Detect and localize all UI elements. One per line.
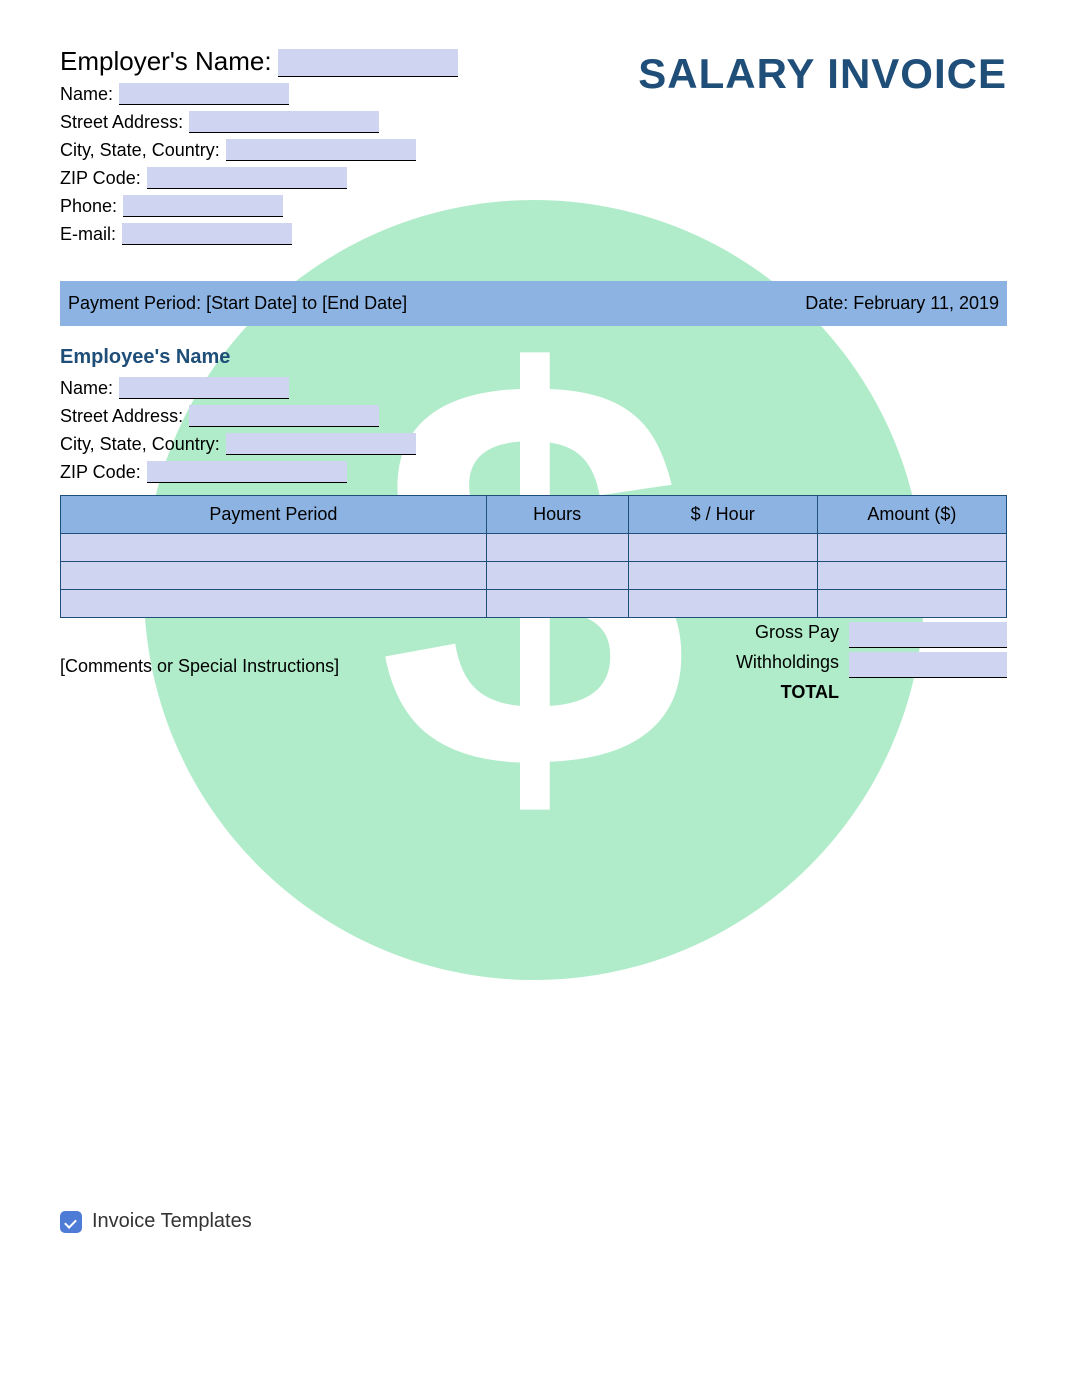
phone-label: Phone: xyxy=(60,196,117,217)
withholdings-value[interactable] xyxy=(849,652,1007,678)
employer-heading-label: Employer's Name: xyxy=(60,46,272,77)
withholdings-label: Withholdings xyxy=(689,652,849,678)
employee-zip-blank[interactable] xyxy=(147,461,347,483)
col-hours: Hours xyxy=(486,496,628,534)
email-blank[interactable] xyxy=(122,223,292,245)
employer-name-blank[interactable] xyxy=(278,49,458,77)
col-rate: $ / Hour xyxy=(628,496,817,534)
city-label: City, State, Country: xyxy=(60,140,220,161)
payment-period-text: Payment Period: [Start Date] to [End Dat… xyxy=(68,293,407,314)
col-payment-period: Payment Period xyxy=(61,496,487,534)
email-label: E-mail: xyxy=(60,224,116,245)
city-blank[interactable] xyxy=(226,139,416,161)
employee-city-blank[interactable] xyxy=(226,433,416,455)
invoice-title: SALARY INVOICE xyxy=(638,50,1007,98)
street-label: Street Address: xyxy=(60,112,183,133)
street-blank[interactable] xyxy=(189,111,379,133)
payment-period-bar: Payment Period: [Start Date] to [End Dat… xyxy=(60,281,1007,326)
payment-table: Payment Period Hours $ / Hour Amount ($) xyxy=(60,495,1007,618)
zip-blank[interactable] xyxy=(147,167,347,189)
table-row[interactable] xyxy=(61,534,1007,562)
table-row[interactable] xyxy=(61,562,1007,590)
footer-brand: Invoice Templates xyxy=(92,1210,252,1233)
name-label: Name: xyxy=(60,84,113,105)
gross-pay-label: Gross Pay xyxy=(689,622,849,648)
table-row[interactable] xyxy=(61,590,1007,618)
employee-zip-label: ZIP Code: xyxy=(60,462,141,483)
invoice-date: Date: February 11, 2019 xyxy=(805,293,999,314)
zip-label: ZIP Code: xyxy=(60,168,141,189)
employee-name-blank[interactable] xyxy=(119,377,289,399)
employee-city-label: City, State, Country: xyxy=(60,434,220,455)
total-label: TOTAL xyxy=(689,682,849,708)
employee-name-label: Name: xyxy=(60,378,113,399)
employee-street-blank[interactable] xyxy=(189,405,379,427)
phone-blank[interactable] xyxy=(123,195,283,217)
col-amount: Amount ($) xyxy=(817,496,1006,534)
total-value xyxy=(849,682,1007,708)
check-icon xyxy=(60,1211,82,1233)
employee-heading: Employee's Name xyxy=(60,346,1007,369)
employee-street-label: Street Address: xyxy=(60,406,183,427)
gross-pay-value[interactable] xyxy=(849,622,1007,648)
name-blank[interactable] xyxy=(119,83,289,105)
